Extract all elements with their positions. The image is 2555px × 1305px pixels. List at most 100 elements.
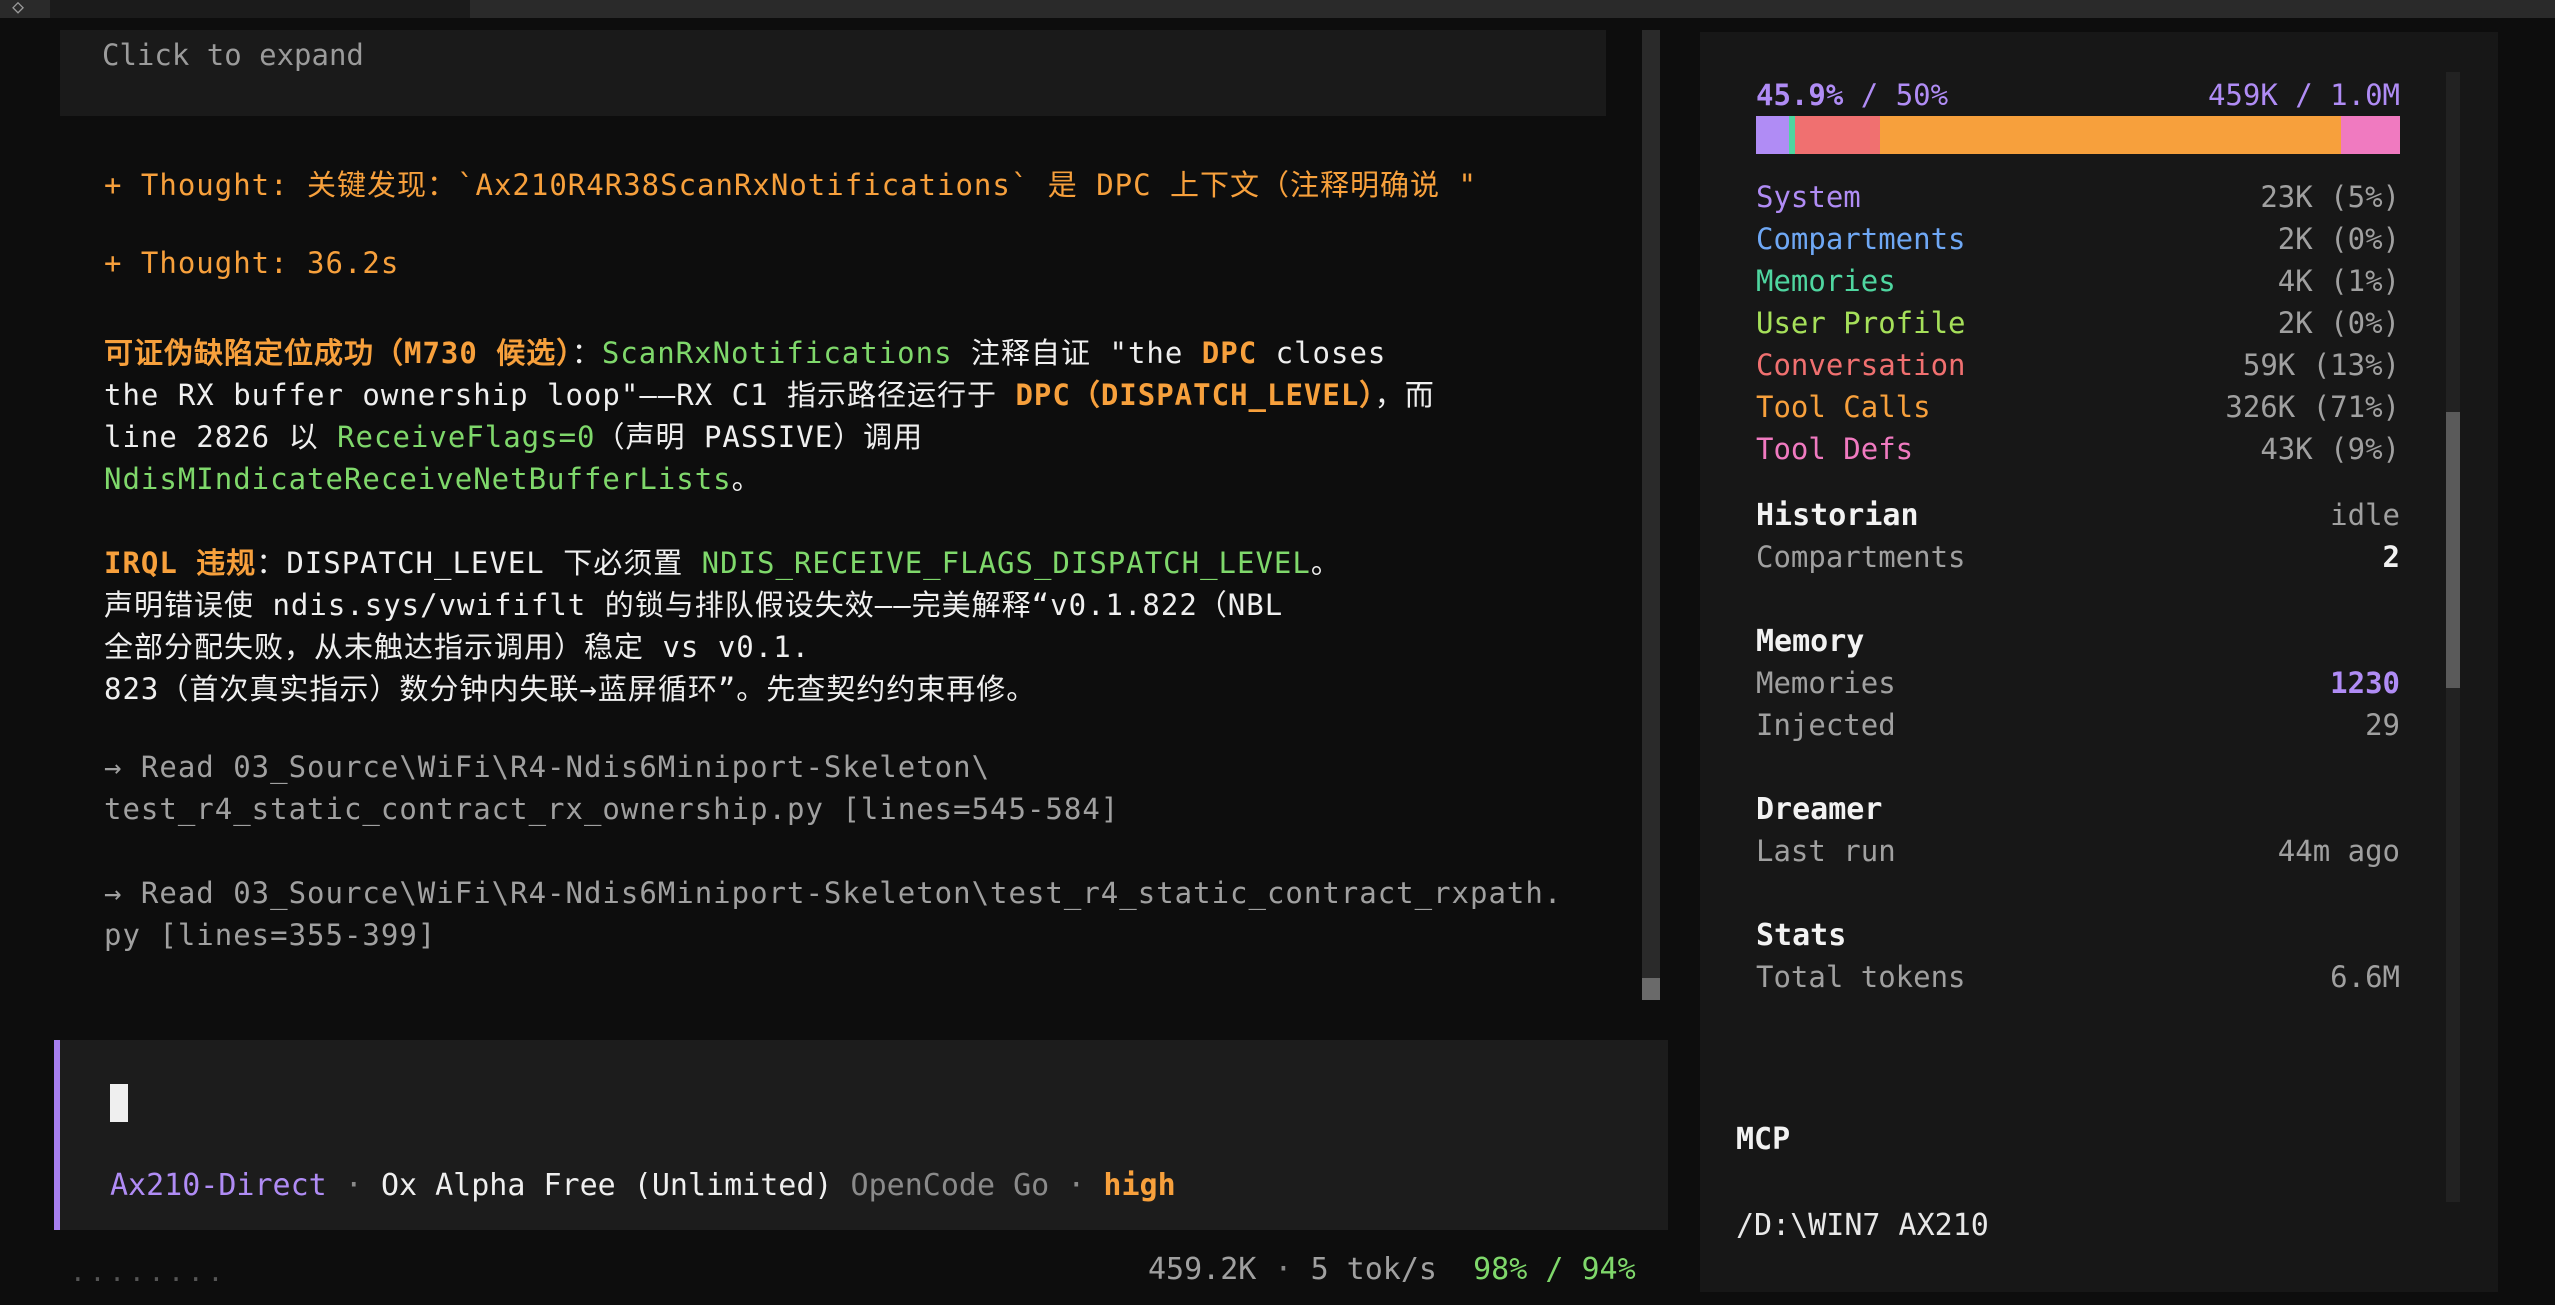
- breakdown-row: Tool Calls 326K (71%): [1756, 390, 2400, 430]
- last-run-label: Last run: [1756, 834, 1896, 868]
- thought-line[interactable]: + Thought: 36.2s: [104, 246, 399, 280]
- text-span: the RX buffer ownership loop"——RX C1 指示路…: [104, 378, 1016, 412]
- breakdown-label: Memories: [1756, 264, 1896, 298]
- total-tokens-label: Total tokens: [1756, 960, 1966, 994]
- separator: ·: [1049, 1168, 1104, 1203]
- agent-name[interactable]: Ax210-Direct: [110, 1168, 327, 1203]
- context-summary: 45.9% / 50% 459K / 1.0M: [1756, 78, 2400, 118]
- bar-segment: [2341, 116, 2400, 154]
- sidebar-scrollbar[interactable]: [2446, 72, 2460, 1202]
- injected-label: Injected: [1756, 708, 1896, 742]
- finding-title: 可证伪缺陷定位成功（M730 候选）: [104, 336, 572, 370]
- injected-row: Injected 29: [1756, 708, 2400, 748]
- transcript-panel: Click to expand + Thought: 关键发现：`Ax210R4…: [46, 30, 1648, 1010]
- text-span: 注释自证 "the: [952, 336, 1202, 370]
- breakdown-row: Conversation 59K (13%): [1756, 348, 2400, 388]
- mcp-heading: MCP: [1736, 1122, 1791, 1157]
- last-run-row: Last run 44m ago: [1756, 834, 2400, 874]
- read-tool-line[interactable]: → Read 03_Source\WiFi\R4-Ndis6Miniport-S…: [104, 876, 1562, 910]
- breakdown-label: Tool Defs: [1756, 432, 1914, 466]
- context-usage: 45.9% / 50%: [1756, 78, 1948, 112]
- finding-line: IRQL 违规：DISPATCH_LEVEL 下必须置 NDIS_RECEIVE…: [104, 540, 1341, 582]
- breakdown-value: 4K (1%): [2277, 264, 2400, 298]
- historian-status: idle: [2330, 498, 2400, 532]
- usage-percent: 98% / 94%: [1473, 1252, 1636, 1287]
- total-tokens-value: 6.6M: [2330, 960, 2400, 994]
- keyword-span: DPC（DISPATCH_LEVEL）: [1015, 378, 1375, 412]
- read-tool-line[interactable]: → Read 03_Source\WiFi\R4-Ndis6Miniport-S…: [104, 750, 990, 784]
- breakdown-row: Memories 4K (1%): [1756, 264, 2400, 304]
- bar-segment: [1795, 116, 1880, 154]
- context-percent: 45.9%: [1756, 78, 1844, 112]
- finding-line: 全部分配失败，从未触达指示调用）稳定 vs v0.1.: [104, 630, 811, 664]
- context-tokens: 459K / 1.0M: [2207, 78, 2400, 112]
- text-span: （声明 PASSIVE）调用: [595, 420, 924, 454]
- breakdown-row: User Profile 2K (0%): [1756, 306, 2400, 346]
- footer-stats: 459.2K · 5 tok/s 98% / 94%: [1148, 1252, 1636, 1287]
- scrollbar-thumb[interactable]: [2446, 412, 2460, 688]
- breakdown-label: Tool Calls: [1756, 390, 1931, 424]
- window-icon: ◇: [12, 0, 25, 18]
- model-name[interactable]: Ox Alpha Free (Unlimited): [381, 1168, 833, 1203]
- finding-line: 823（首次真实指示）数分钟内失联→蓝屏循环”。先查契约约束再修。: [104, 672, 1037, 706]
- provider-name: OpenCode Go: [832, 1168, 1050, 1203]
- last-run-value: 44m ago: [2277, 834, 2400, 868]
- finding-line: line 2826 以 ReceiveFlags=0（声明 PASSIVE）调用: [104, 414, 923, 456]
- compartments-label: Compartments: [1756, 540, 1966, 574]
- breakdown-label: User Profile: [1756, 306, 1966, 340]
- historian-status-row: idle: [1756, 498, 2400, 538]
- context-usage-bar: [1756, 116, 2400, 154]
- transcript-scrollbar[interactable]: [1642, 30, 1660, 1000]
- breakdown-row: Compartments 2K (0%): [1756, 222, 2400, 262]
- text-span: 。: [731, 462, 762, 496]
- context-sidebar: 45.9% / 50% 459K / 1.0M System 23K (5%) Co…: [1700, 32, 2498, 1292]
- context-limit: / 50%: [1843, 78, 1949, 112]
- code-span: ReceiveFlags=0: [337, 420, 596, 454]
- collapsed-block[interactable]: Click to expand: [60, 30, 1606, 116]
- separator: ·: [1256, 1252, 1311, 1287]
- separator: ·: [326, 1168, 381, 1203]
- breakdown-label: Compartments: [1756, 222, 1966, 256]
- text-span: ：DISPATCH_LEVEL 下必须置: [256, 546, 702, 580]
- breakdown-value: 23K (5%): [2260, 180, 2400, 214]
- breakdown-value: 2K (0%): [2277, 306, 2400, 340]
- text-span: ，而: [1374, 378, 1435, 412]
- memory-heading: Memory: [1756, 624, 1865, 659]
- stats-heading: Stats: [1756, 918, 1847, 953]
- effort-level[interactable]: high: [1103, 1168, 1175, 1203]
- finding-line: 声明错误使 ndis.sys/vwififlt 的锁与排队假设失效——完美解释“…: [104, 588, 1284, 622]
- agent-status-line: Ax210-Direct · Ox Alpha Free (Unlimited)…: [110, 1168, 1176, 1203]
- text-span: ：: [571, 336, 602, 370]
- breakdown-value: 59K (13%): [2242, 348, 2400, 382]
- working-directory: /D:\WIN7 AX210: [1736, 1208, 1989, 1243]
- breakdown-value: 2K (0%): [2277, 222, 2400, 256]
- text-cursor: [110, 1084, 128, 1122]
- token-count: 459.2K: [1148, 1252, 1257, 1287]
- finding-line: the RX buffer ownership loop"——RX C1 指示路…: [104, 372, 1435, 414]
- historian-compartments-row: Compartments 2: [1756, 540, 2400, 580]
- code-span: NdisMIndicateReceiveNetBufferLists: [104, 462, 732, 496]
- bar-segment: [1756, 116, 1789, 154]
- scrollbar-thumb[interactable]: [1642, 978, 1660, 1000]
- bar-segment: [1879, 116, 2342, 154]
- read-tool-line[interactable]: test_r4_static_contract_rx_ownership.py …: [104, 792, 1119, 826]
- window-tab-bar: ◇: [0, 0, 2555, 18]
- breakdown-row: Tool Defs 43K (9%): [1756, 432, 2400, 472]
- text-span: line 2826 以: [104, 420, 338, 454]
- breakdown-label: Conversation: [1756, 348, 1966, 382]
- finding-title: IRQL 违规: [104, 546, 257, 580]
- prompt-input[interactable]: Ax210-Direct · Ox Alpha Free (Unlimited)…: [54, 1040, 1668, 1230]
- code-span: NDIS_RECEIVE_FLAGS_DISPATCH_LEVEL: [701, 546, 1311, 580]
- read-tool-line[interactable]: py [lines=355-399]: [104, 918, 436, 952]
- breakdown-value: 43K (9%): [2260, 432, 2400, 466]
- breakdown-row: System 23K (5%): [1756, 180, 2400, 220]
- total-tokens-row: Total tokens 6.6M: [1756, 960, 2400, 1000]
- memories-value: 1230: [2330, 666, 2400, 700]
- text-span: closes: [1257, 336, 1387, 370]
- injected-value: 29: [2365, 708, 2400, 742]
- dreamer-heading: Dreamer: [1756, 792, 1883, 827]
- keyword-span: DPC: [1201, 336, 1258, 370]
- active-tab[interactable]: [50, 0, 470, 18]
- thought-line[interactable]: + Thought: 关键发现：`Ax210R4R38ScanRxNotific…: [104, 162, 1477, 204]
- expand-hint: Click to expand: [102, 38, 364, 72]
